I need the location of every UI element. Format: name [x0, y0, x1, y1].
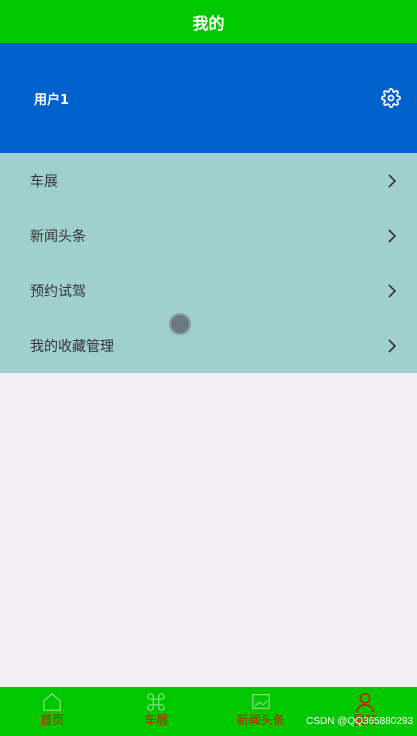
chevron-right-icon	[388, 338, 397, 353]
menu-item-label: 车展	[30, 173, 58, 190]
watermark: CSDN @QQ365880293	[306, 716, 413, 727]
menu-item-car-show[interactable]: 车展	[0, 153, 417, 208]
menu-item-news[interactable]: 新闻头条	[0, 208, 417, 263]
command-icon	[147, 693, 166, 711]
tab-label: 首页	[40, 713, 65, 727]
home-icon	[43, 692, 62, 711]
tab-car-show[interactable]: 车展	[104, 687, 208, 736]
bottom-tabbar: 首页 车展 新闻头条 我的	[0, 687, 417, 736]
username: 用户1	[34, 93, 70, 108]
gear-icon[interactable]	[381, 88, 401, 108]
tab-news[interactable]: 新闻头条	[209, 687, 313, 736]
top-header: 我的	[0, 0, 417, 43]
menu-item-label: 新闻头条	[30, 228, 86, 245]
menu-item-label: 预约试驾	[30, 283, 86, 300]
chevron-right-icon	[388, 228, 397, 243]
chevron-right-icon	[388, 173, 397, 188]
menu-item-label: 我的收藏管理	[30, 338, 114, 355]
menu-list: 车展 新闻头条 预约试驾 我的收藏管理	[0, 153, 417, 373]
profile-banner: 用户1	[0, 43, 417, 153]
menu-item-favorites[interactable]: 我的收藏管理	[0, 318, 417, 373]
tab-label: 新闻头条	[236, 713, 285, 727]
user-icon	[355, 693, 374, 713]
tab-home[interactable]: 首页	[0, 687, 104, 736]
chevron-right-icon	[388, 283, 397, 298]
image-icon	[251, 694, 270, 710]
touch-indicator	[169, 313, 191, 335]
tab-mine[interactable]: 我的	[313, 687, 417, 736]
tab-label: 车展	[144, 713, 169, 727]
page-title: 我的	[192, 13, 225, 33]
menu-item-test-drive[interactable]: 预约试驾	[0, 263, 417, 318]
